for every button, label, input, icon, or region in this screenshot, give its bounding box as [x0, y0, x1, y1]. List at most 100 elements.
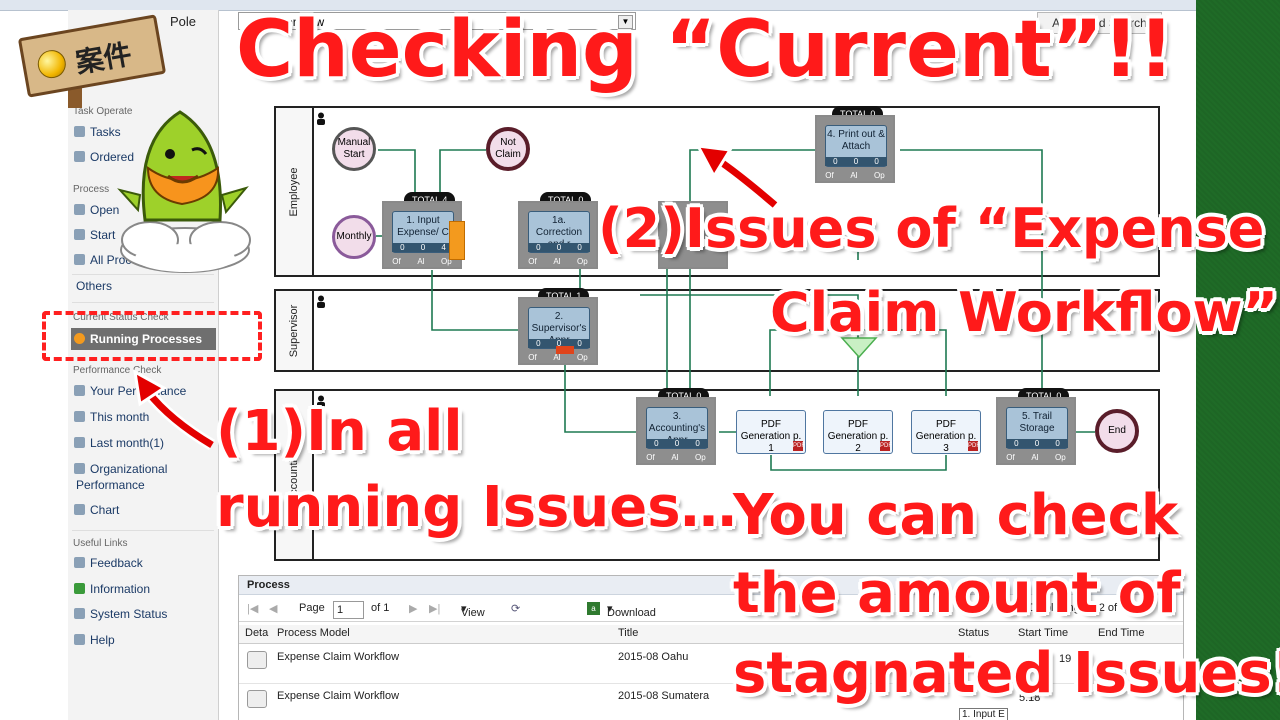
sidebar-item-this-month[interactable]: This month [74, 407, 149, 427]
page-label: Page [299, 602, 325, 614]
column-header[interactable]: Status [958, 627, 989, 639]
node-counts: 0 0 0 [1006, 439, 1068, 448]
section-useful-links: Useful Links [73, 538, 128, 549]
pdf-icon: PDF [880, 441, 892, 451]
label-of: Of [646, 453, 655, 462]
page-input[interactable]: 1 [333, 601, 364, 619]
node-print-out[interactable]: 4. Print out & Attach 000 Of Al Op [815, 115, 895, 183]
node-pdf-generation-1[interactable]: PDF Generation p. 1 PDF [736, 410, 806, 454]
node-counts: 0 0 0 [646, 439, 708, 448]
event-end[interactable]: End [1095, 409, 1139, 453]
count-op: 0 [577, 243, 582, 252]
label-op: Op [577, 257, 588, 266]
sidebar-item-last-month[interactable]: Last month(1) [74, 433, 164, 453]
sidebar-item-feedback[interactable]: Feedback [74, 553, 143, 573]
column-header[interactable]: Deta [245, 627, 268, 639]
download-menu[interactable]: Download ▾ [607, 602, 656, 619]
label-of: Of [528, 257, 537, 266]
task-icon [74, 126, 85, 137]
node-accounting-approval[interactable]: 3. Accounting's Appr 000 OfAlOp [636, 397, 716, 465]
sidebar-item-label: Your Performance [90, 384, 187, 398]
note-1-line-1: (1)In all [216, 399, 463, 464]
first-page-icon[interactable]: |◀ [247, 602, 258, 615]
cell-process-model: Expense Claim Workflow [277, 690, 400, 702]
count-op: 0 [695, 439, 700, 448]
next-page-icon[interactable]: ▶ [409, 602, 417, 615]
count-al: 0 [853, 157, 859, 166]
sidebar-item-label: System Status [90, 607, 168, 621]
sidebar-item-chart[interactable]: Chart [74, 500, 119, 520]
note-2-line-1: (2)Issues of “Expense [598, 197, 1265, 260]
bottom-line-1: You can check [733, 483, 1179, 548]
label-of: Of [392, 257, 401, 266]
count-op: 0 [1055, 439, 1060, 448]
column-header[interactable]: Process Model [277, 627, 350, 639]
last-page-icon[interactable]: ▶| [429, 602, 440, 615]
label-al: Al [553, 353, 561, 362]
highlight-running-processes [42, 311, 262, 361]
sidebar-item-system-status[interactable]: System Status [74, 604, 167, 624]
node-trail-storage[interactable]: 5. Trail Storage 000 Of Al Op [996, 397, 1076, 465]
count-of: 0 [1014, 439, 1019, 448]
count-al: 0 [556, 243, 562, 252]
event-manual-start[interactable]: Manual Start [332, 127, 376, 171]
download-label: Download [607, 607, 656, 619]
sidebar-item-label: Organizational [90, 462, 168, 476]
bottom-line-3: stagnated Issues! [733, 641, 1280, 706]
prev-page-icon[interactable]: ◀ [269, 602, 277, 615]
node-pdf-generation-2[interactable]: PDF Generation p. 2 PDF [823, 410, 893, 454]
excel-icon: a [587, 602, 600, 615]
sidebar-item-label: Chart [90, 503, 120, 517]
magnifier-icon[interactable] [247, 690, 267, 708]
note-1-line-2: running Issues… [216, 475, 737, 540]
label-of: Of [528, 353, 537, 362]
sidebar-item-information[interactable]: Information [74, 579, 150, 599]
count-op: 0 [577, 339, 582, 348]
column-header[interactable]: Title [618, 627, 638, 639]
label-of: Of [825, 171, 834, 180]
sidebar-item-label: Information [90, 582, 151, 596]
label-al: Al [417, 257, 425, 266]
node-count-labels: Of Al Op [520, 353, 596, 363]
count-op: 4 [441, 243, 446, 252]
sidebar-item-your-performance[interactable]: Your Performance [74, 381, 186, 401]
label-op: Op [577, 353, 588, 362]
count-of: 0 [536, 339, 541, 348]
event-monthly-timer[interactable]: Monthly [332, 215, 376, 259]
column-header[interactable]: Start Time [1018, 627, 1068, 639]
sidebar-item-label: Help [90, 633, 115, 647]
sidebar-item-others[interactable]: Others [76, 276, 112, 296]
count-al: 0 [1034, 439, 1040, 448]
pdf-icon: PDF [793, 441, 805, 451]
label-of: Of [1006, 453, 1015, 462]
event-not-claim[interactable]: Not Claim [486, 127, 530, 171]
lane-label-text: Supervisor [288, 304, 300, 357]
open-icon [74, 204, 85, 215]
user-name: Pole [170, 14, 197, 29]
status-badge: 1. Input E [959, 708, 1008, 720]
list-icon [74, 254, 85, 265]
section-process: Process [73, 184, 110, 195]
label-al: Al [671, 453, 679, 462]
node-correction[interactable]: 1a. Correction and r 000 OfAlOp [518, 201, 598, 269]
stagnation-bar [449, 221, 465, 260]
sidebar-item-help[interactable]: Help [74, 630, 115, 650]
count-al: 0 [420, 243, 426, 252]
divider [72, 530, 214, 531]
count-of: 0 [536, 243, 541, 252]
node-supervisor-approval[interactable]: 2. Supervisor's Appr 000 OfAlOp [518, 297, 598, 365]
column-header[interactable]: End Time [1098, 627, 1144, 639]
help-icon [74, 634, 85, 645]
badge-label: 案件 [73, 37, 135, 80]
cell-title: 2015-08 Oahu [618, 651, 689, 663]
refresh-icon[interactable]: ⟳ [511, 602, 520, 615]
node-pdf-generation-3[interactable]: PDF Generation p. 3 PDF [911, 410, 981, 454]
person-icon [317, 112, 325, 125]
label-al: Al [850, 171, 858, 180]
ordered-icon [74, 151, 85, 162]
sidebar-item-label-cont: Performance [76, 478, 145, 492]
view-menu[interactable]: View ▾ [461, 602, 485, 619]
info-icon [74, 583, 85, 594]
mascot-character [117, 110, 251, 273]
magnifier-icon[interactable] [247, 651, 267, 669]
